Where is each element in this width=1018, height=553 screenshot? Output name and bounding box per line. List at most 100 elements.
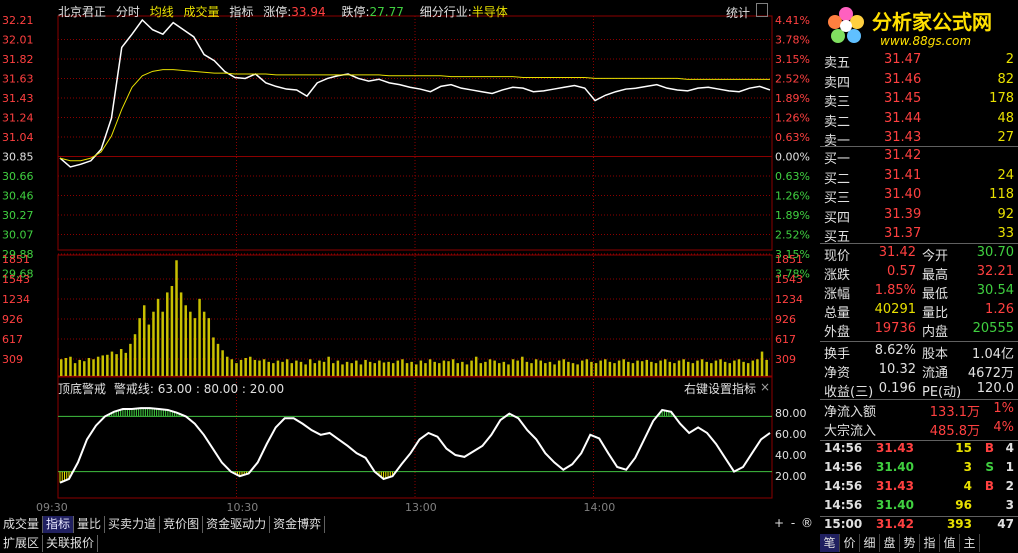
- right-tab-0[interactable]: 笔: [820, 534, 840, 552]
- sell-level-2[interactable]: 卖二 31.44 48: [824, 111, 1016, 130]
- fundamental-value: 1.04亿: [972, 347, 1014, 362]
- intraday-chart-canvas[interactable]: 32.21 4.41% 32.01 3.78% 31.82 3.15% 31.63 2.52%…: [0, 0, 820, 553]
- volume-bar: [521, 356, 524, 376]
- volume-bar: [576, 364, 579, 376]
- volume-bar: [276, 360, 280, 376]
- bottom-tab-0[interactable]: 成交量: [0, 516, 44, 533]
- panel-divider: [820, 440, 1018, 441]
- sell-level-3[interactable]: 卖三 31.45 178: [824, 91, 1016, 110]
- zoom-in-button[interactable]: +: [772, 516, 786, 530]
- quote-value: 40291: [874, 302, 916, 317]
- volume-bar: [705, 361, 708, 376]
- volume-bar: [557, 360, 561, 376]
- bottom-tab-1[interactable]: 指标: [43, 516, 75, 533]
- indicator-name[interactable]: 顶底警戒: [58, 382, 106, 396]
- volume-bar: [534, 359, 538, 376]
- volume-bar: [221, 350, 224, 376]
- bottom-tab-6[interactable]: 资金博弈: [270, 516, 326, 533]
- bottom-tab2-1[interactable]: 关联报价: [43, 535, 99, 552]
- indicator-settings-link[interactable]: 右键设置指标: [684, 380, 756, 397]
- volume-bar: [659, 360, 662, 376]
- volume-bar: [442, 360, 446, 376]
- fundamental-value: 8.62%: [874, 343, 916, 358]
- right-tab-3[interactable]: 盘: [880, 534, 900, 552]
- sell-level-5[interactable]: 卖五 31.47 2: [824, 52, 1016, 71]
- zoom-out-button[interactable]: -: [786, 516, 800, 530]
- right-tab-7[interactable]: 主: [960, 534, 980, 552]
- panel-divider: [820, 516, 1018, 517]
- volume-bar: [525, 361, 529, 376]
- tick-price: 31.40: [876, 498, 914, 512]
- quote-label: 涨幅: [824, 287, 851, 302]
- tick-row: 14:56 31.40 3 S 1: [824, 460, 1016, 479]
- volume-axis-label: 1234: [775, 293, 803, 306]
- buy-level-2[interactable]: 买二 31.41 24: [824, 168, 1016, 187]
- quote-label: 今开: [922, 249, 949, 264]
- volume-bar: [179, 292, 183, 376]
- sell-level-4[interactable]: 卖四 31.46 82: [824, 72, 1016, 91]
- panel-divider: [820, 399, 1018, 400]
- order-label: 卖三: [824, 95, 851, 110]
- tab-volume[interactable]: 成交量: [184, 5, 220, 19]
- right-tab-4[interactable]: 势: [900, 534, 920, 552]
- quote-value: 19736: [874, 321, 916, 336]
- quote-label: 总量: [824, 306, 851, 321]
- reset-button[interactable]: ®: [800, 516, 814, 530]
- order-label: 买一: [824, 152, 851, 167]
- volume-bar: [322, 361, 326, 376]
- volume-axis-label: 617: [2, 333, 23, 346]
- right-tab-1[interactable]: 价: [840, 534, 860, 552]
- volume-bar: [765, 359, 768, 376]
- logo-title: 分析家公式网: [872, 10, 992, 34]
- order-label: 买二: [824, 171, 851, 187]
- volume-bar: [267, 361, 270, 376]
- price-axis-label: 32.01: [2, 34, 34, 47]
- quote-label: 最低: [922, 287, 949, 302]
- bottom-tab-5[interactable]: 资金驱动力: [203, 516, 271, 533]
- buy-level-1[interactable]: 买一 31.42: [824, 148, 1016, 167]
- indicator-axis-label: 20.00: [775, 470, 807, 483]
- order-price: 31.46: [884, 71, 922, 87]
- collapse-icon[interactable]: [756, 3, 768, 17]
- bottom-tab-3[interactable]: 买卖力道: [105, 516, 161, 533]
- volume-bar: [544, 363, 547, 376]
- bottom-tab2-0[interactable]: 扩展区: [0, 535, 44, 552]
- volume-bar: [189, 311, 192, 376]
- buy-level-3[interactable]: 买三 31.40 118: [824, 187, 1016, 206]
- price-axis-label: 31.04: [2, 131, 34, 144]
- tab-time-share[interactable]: 分时: [116, 5, 140, 19]
- right-tab-5[interactable]: 指: [920, 534, 940, 552]
- indicator-axis-label: 60.00: [775, 428, 807, 441]
- tab-avg-line[interactable]: 均线: [150, 5, 174, 19]
- volume-axis-label: 1543: [2, 273, 30, 286]
- tab-indicator[interactable]: 指标: [229, 5, 253, 19]
- stat-button[interactable]: 统计: [726, 4, 750, 21]
- fundamental-row: 净资 10.32 流通 4672万: [824, 362, 1016, 381]
- volume-bar: [668, 361, 672, 376]
- volume-bar: [636, 360, 639, 376]
- flower-logo-icon: [828, 7, 864, 43]
- industry-label: 细分行业:: [419, 5, 472, 19]
- close-icon[interactable]: ×: [760, 380, 770, 394]
- volume-axis-label: 1851: [775, 253, 803, 266]
- bottom-tab-2[interactable]: 量比: [74, 516, 106, 533]
- order-volume: 82: [997, 71, 1014, 87]
- volume-bar: [438, 363, 441, 376]
- volume-bar: [590, 361, 593, 376]
- order-volume: 24: [997, 167, 1014, 183]
- volume-bar: [723, 361, 727, 376]
- volume-bar: [230, 359, 234, 376]
- fund-flow-value: 133.1万: [929, 405, 980, 420]
- fundamental-label: 换手: [824, 347, 851, 362]
- right-tab-6[interactable]: 值: [940, 534, 960, 552]
- volume-bar: [617, 360, 621, 376]
- order-volume: 33: [997, 226, 1014, 241]
- tick-row: 14:56 31.43 15 B 4: [824, 441, 1016, 460]
- right-tab-2[interactable]: 细: [860, 534, 880, 552]
- buy-level-4[interactable]: 买四 31.39 92: [824, 207, 1016, 226]
- volume-axis-label: 1234: [2, 293, 30, 306]
- bottom-tab-4[interactable]: 竞价图: [160, 516, 204, 533]
- volume-bar: [156, 298, 160, 376]
- price-axis-label: 30.07: [2, 229, 34, 242]
- price-axis-label: 32.21: [2, 14, 34, 27]
